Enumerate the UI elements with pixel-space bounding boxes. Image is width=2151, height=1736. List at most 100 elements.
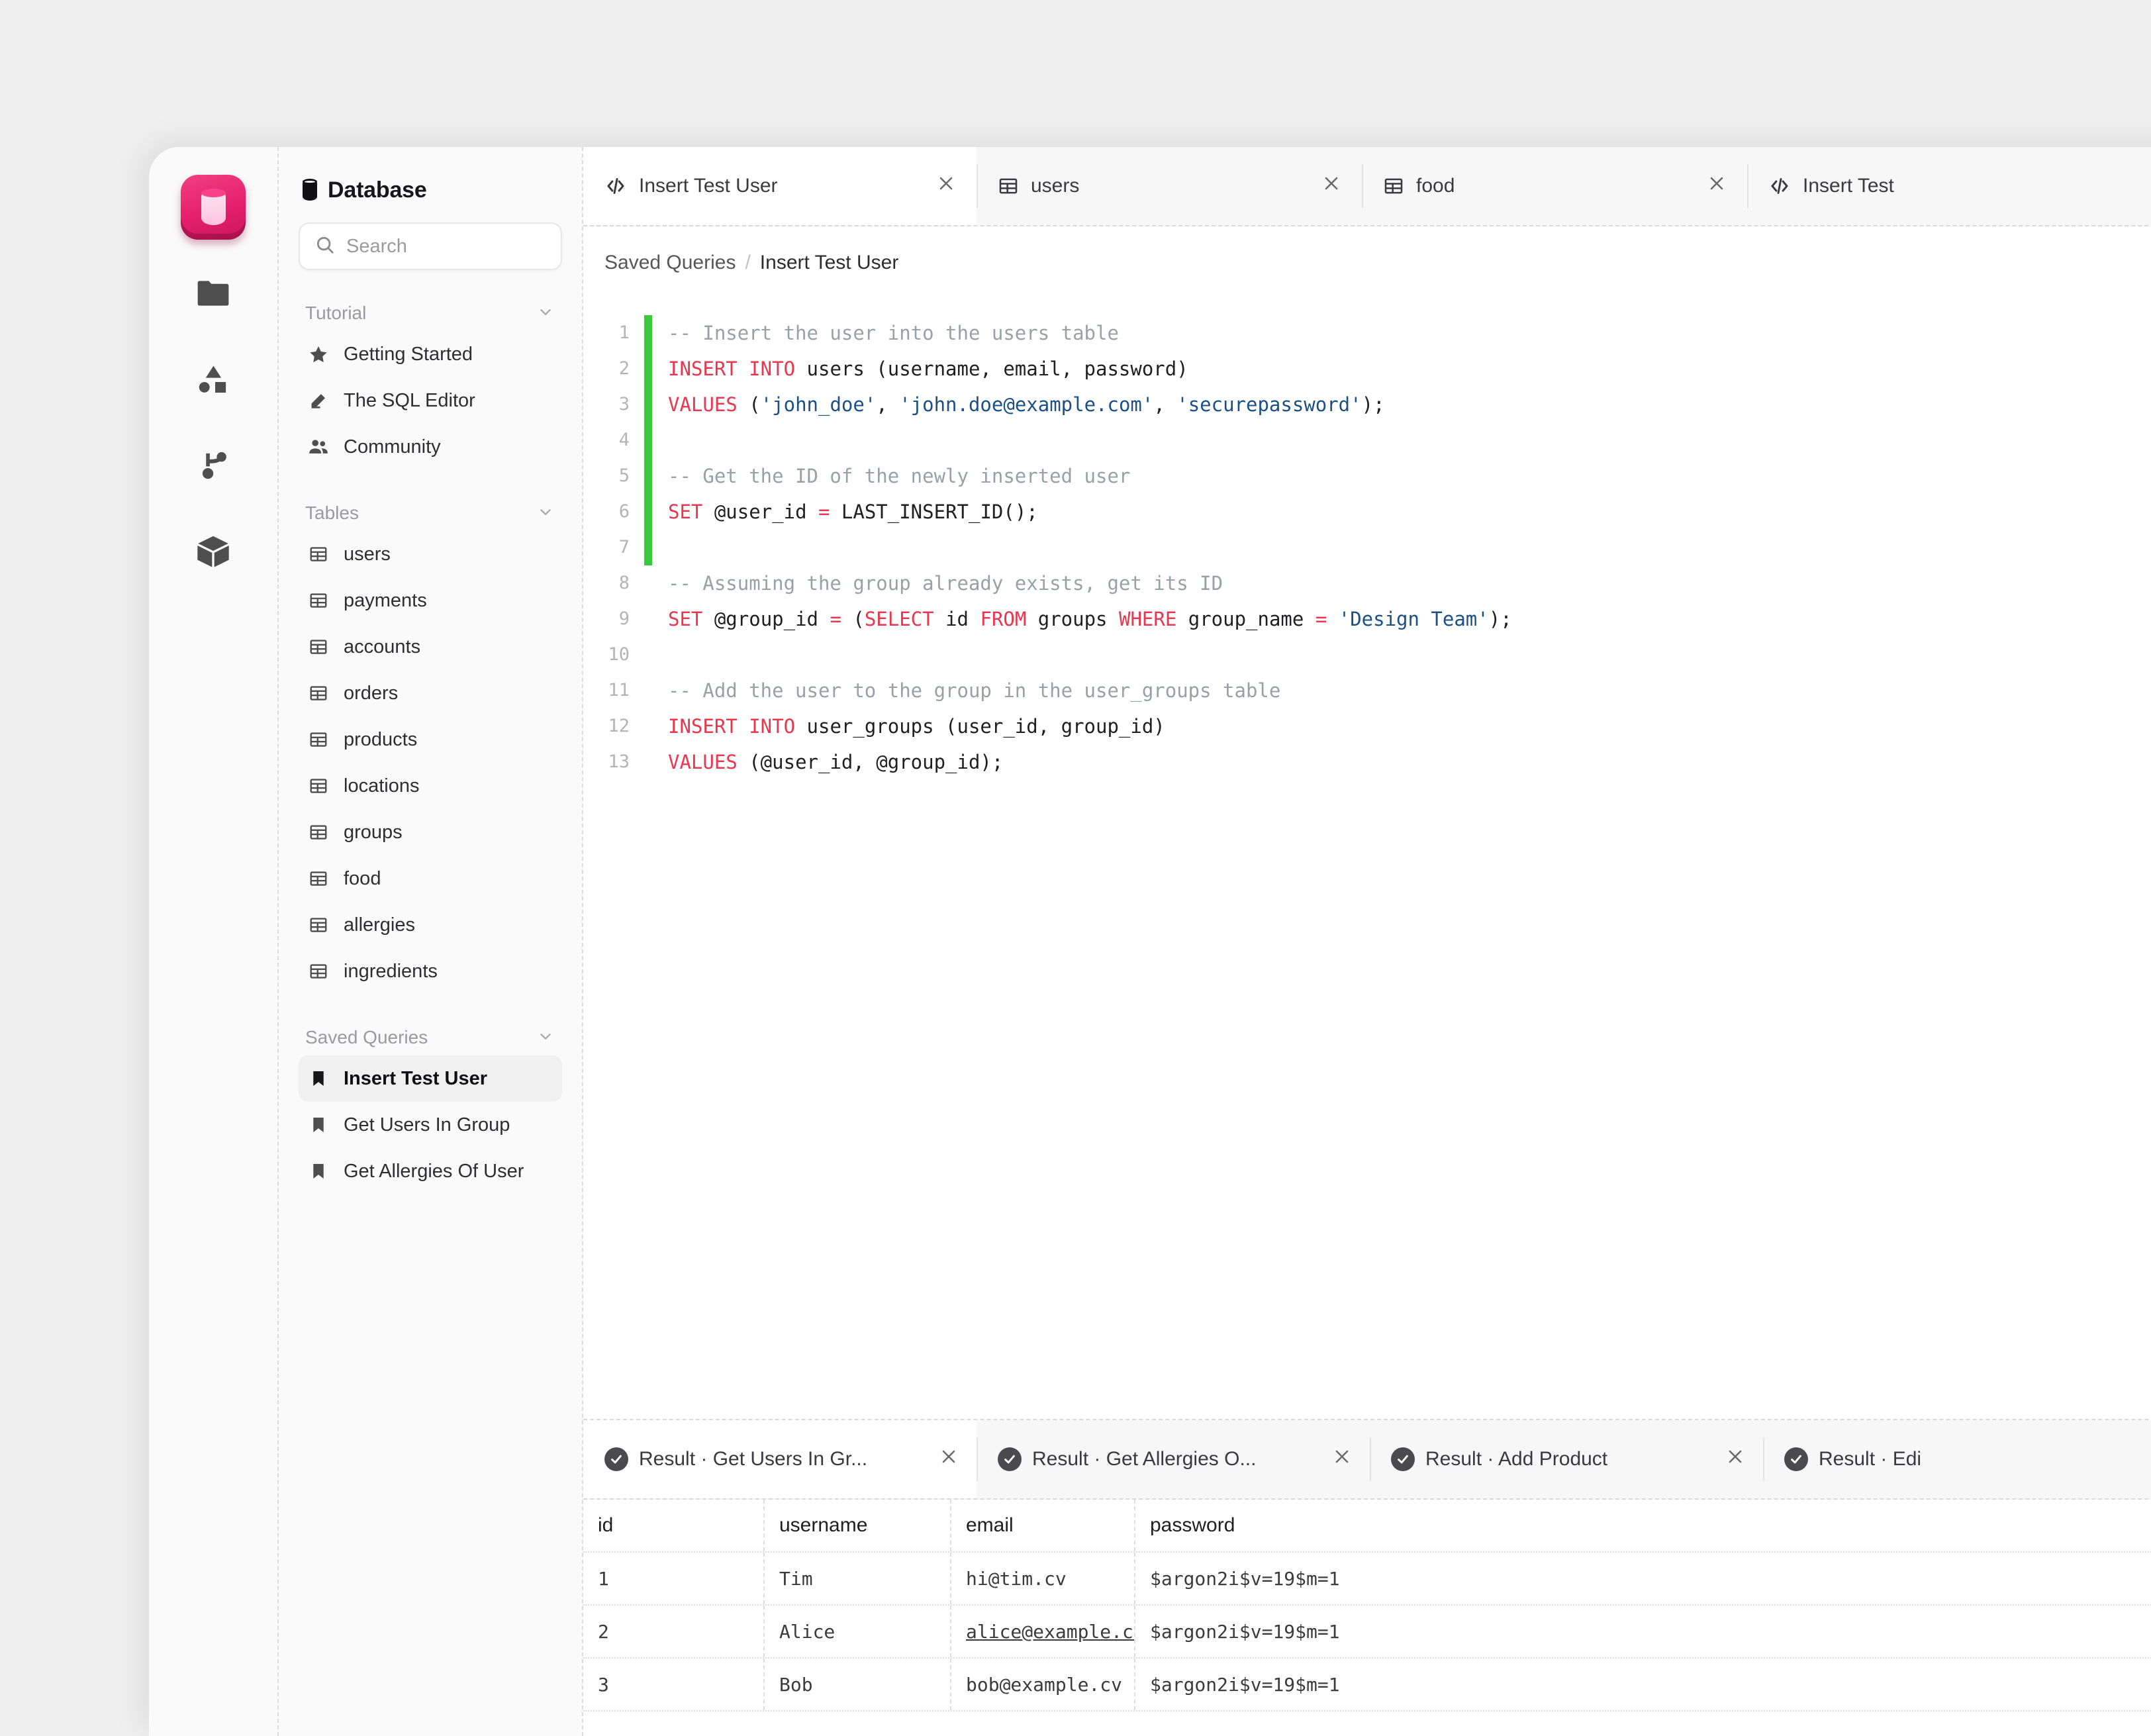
close-icon[interactable]: [1706, 173, 1727, 199]
sidebar-item-community[interactable]: Community: [299, 424, 562, 470]
table-row[interactable]: 1 Tim hi@tim.cv $argon2i$v=19$m=1: [583, 1553, 2151, 1606]
chevron-down-icon[interactable]: [537, 503, 554, 524]
shapes-icon: [199, 365, 226, 393]
sidebar-item-label: orders: [344, 682, 399, 704]
sidebar-item-table-products[interactable]: products: [299, 716, 562, 763]
app-logo-button[interactable]: [181, 175, 246, 240]
chevron-down-icon[interactable]: [537, 1028, 554, 1048]
sidebar-item-query-get-allergies-of-user[interactable]: Get Allergies Of User: [299, 1148, 562, 1194]
section-header-saved-queries[interactable]: Saved Queries: [299, 1020, 562, 1055]
table-cell[interactable]: 2: [583, 1606, 763, 1657]
result-tab-get-users-in-group[interactable]: Result · Get Users In Gr...: [583, 1420, 977, 1498]
code-line[interactable]: 3 VALUES ('john_doe', 'john.doe@example.c…: [583, 387, 2151, 422]
table-cell[interactable]: bob@example.cv: [950, 1659, 1134, 1710]
table-cell[interactable]: Tim: [763, 1553, 950, 1604]
tab-insert-test-truncated[interactable]: Insert Test: [1747, 147, 2140, 225]
sql-editor[interactable]: 1 -- Insert the user into the users table…: [583, 299, 2151, 1419]
table-row[interactable]: 3 Bob bob@example.cv $argon2i$v=19$m=1: [583, 1659, 2151, 1712]
sidebar-item-table-accounts[interactable]: accounts: [299, 624, 562, 670]
rail-item-shapes[interactable]: [181, 347, 246, 412]
table-cell[interactable]: 3: [583, 1659, 763, 1710]
column-header[interactable]: id: [583, 1500, 763, 1551]
sidebar-item-query-insert-test-user[interactable]: Insert Test User: [299, 1055, 562, 1102]
code-text: -- Add the user to the group in the user…: [652, 673, 1280, 708]
code-line[interactable]: 13 VALUES (@user_id, @group_id);: [583, 744, 2151, 780]
database-app-logo-icon: [181, 175, 246, 240]
table-cell[interactable]: 1: [583, 1553, 763, 1604]
code-lines[interactable]: 1 -- Insert the user into the users table…: [583, 315, 2151, 780]
code-line[interactable]: 12 INSERT INTO user_groups (user_id, grou…: [583, 708, 2151, 744]
result-tab-edit-truncated[interactable]: Result · Edi: [1763, 1420, 2151, 1498]
sidebar-item-table-users[interactable]: users: [299, 531, 562, 577]
sidebar-item-table-food[interactable]: food: [299, 855, 562, 902]
check-circle-icon: [1391, 1447, 1415, 1471]
code-line[interactable]: 2 INSERT INTO users (username, email, pas…: [583, 351, 2151, 387]
rail-item-models[interactable]: [181, 519, 246, 584]
close-icon[interactable]: [935, 173, 957, 199]
close-icon[interactable]: [1725, 1446, 1746, 1472]
table-cell[interactable]: $argon2i$v=19$m=1: [1134, 1553, 2151, 1604]
section-header-tables[interactable]: Tables: [299, 495, 562, 531]
results-panel: Result · Get Users In Gr... Result · Get…: [583, 1419, 2151, 1736]
search-input[interactable]: [346, 235, 596, 258]
code-line[interactable]: 5 -- Get the ID of the newly inserted use…: [583, 458, 2151, 494]
code-text: SET @user_id = LAST_INSERT_ID();: [652, 494, 1038, 530]
code-line[interactable]: 7: [583, 530, 2151, 565]
code-token: -- Get the ID of the newly inserted user: [668, 465, 1131, 487]
code-line[interactable]: 9 SET @group_id = (SELECT id FROM groups …: [583, 601, 2151, 637]
table-cell[interactable]: alice@example.cv: [950, 1606, 1134, 1657]
result-tab-get-allergies-of-user[interactable]: Result · Get Allergies O...: [977, 1420, 1370, 1498]
column-header[interactable]: email: [950, 1500, 1134, 1551]
result-tab-add-product[interactable]: Result · Add Product: [1370, 1420, 1763, 1498]
sidebar-item-getting-started[interactable]: Getting Started: [299, 331, 562, 377]
sidebar-item-table-ingredients[interactable]: ingredients: [299, 948, 562, 994]
close-icon[interactable]: [1331, 1446, 1353, 1472]
sidebar-item-table-payments[interactable]: payments: [299, 577, 562, 624]
breadcrumb-root[interactable]: Saved Queries: [604, 252, 736, 274]
code-line[interactable]: 8 -- Assuming the group already exists, g…: [583, 565, 2151, 601]
change-marker: [644, 351, 652, 387]
code-token: 'Design Team': [1338, 608, 1489, 630]
search-box[interactable]: ⌘K: [299, 222, 637, 270]
rail-item-branches[interactable]: [181, 433, 246, 498]
column-header[interactable]: password: [1134, 1500, 2151, 1551]
result-data-grid[interactable]: id username email password 1 Tim hi@tim.cv $arg…: [583, 1500, 2151, 1712]
table-cell[interactable]: $argon2i$v=19$m=1: [1134, 1606, 2151, 1657]
logo-cylinder-shape: [201, 189, 226, 225]
code-line[interactable]: 11 -- Add the user to the group in the us…: [583, 673, 2151, 708]
section-header-tutorial[interactable]: Tutorial: [299, 295, 562, 331]
chevron-down-icon[interactable]: [537, 303, 554, 324]
code-line[interactable]: 6 SET @user_id = LAST_INSERT_ID();: [583, 494, 2151, 530]
cube-icon: [197, 536, 229, 567]
rail-item-files[interactable]: [181, 261, 246, 326]
sidebar-item-table-groups[interactable]: groups: [299, 809, 562, 855]
section-title: Tables: [305, 503, 359, 523]
tab-insert-test-user[interactable]: Insert Test User: [583, 147, 977, 225]
table-cell[interactable]: $argon2i$v=19$m=1: [1134, 1659, 2151, 1710]
code-line[interactable]: 1 -- Insert the user into the users table: [583, 315, 2151, 351]
tab-users[interactable]: users: [977, 147, 1362, 225]
code-line[interactable]: 4: [583, 422, 2151, 458]
tab-food[interactable]: food: [1362, 147, 1747, 225]
table-cell[interactable]: Alice: [763, 1606, 950, 1657]
pencil-icon: [308, 391, 329, 410]
sidebar-item-table-orders[interactable]: orders: [299, 670, 562, 716]
column-header[interactable]: username: [763, 1500, 950, 1551]
table-row[interactable]: 2 Alice alice@example.cv $argon2i$v=19$m=1: [583, 1606, 2151, 1659]
code-token: VALUES: [668, 393, 738, 416]
sidebar-item-query-get-users-in-group[interactable]: Get Users In Group: [299, 1102, 562, 1148]
line-number: 8: [618, 573, 630, 593]
sidebar-item-label: The SQL Editor: [344, 389, 475, 411]
table-icon: [308, 776, 329, 796]
close-icon[interactable]: [938, 1446, 959, 1472]
code-token: groups: [1026, 608, 1119, 630]
table-cell[interactable]: Bob: [763, 1659, 950, 1710]
database-title: Database: [328, 177, 427, 203]
email-link[interactable]: alice@example.cv: [966, 1621, 1134, 1643]
sidebar-item-table-allergies[interactable]: allergies: [299, 902, 562, 948]
sidebar-item-the-sql-editor[interactable]: The SQL Editor: [299, 377, 562, 424]
close-icon[interactable]: [1321, 173, 1342, 199]
code-line[interactable]: 10: [583, 637, 2151, 673]
table-cell[interactable]: hi@tim.cv: [950, 1553, 1134, 1604]
sidebar-item-table-locations[interactable]: locations: [299, 763, 562, 809]
